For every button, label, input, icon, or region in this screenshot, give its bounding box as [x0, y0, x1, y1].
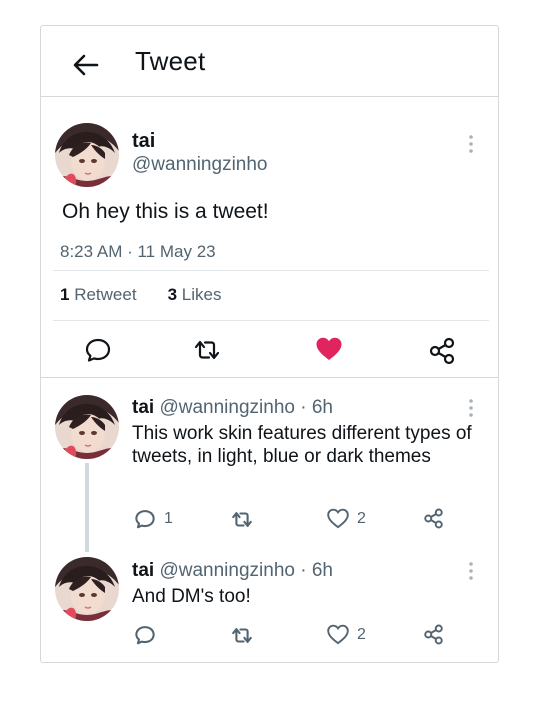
reply-author-name[interactable]: tai — [132, 560, 154, 581]
more-vertical-icon — [469, 562, 473, 580]
reply-header: tai @wanningzinho · 6h — [132, 397, 333, 419]
reply-icon — [135, 626, 155, 645]
avatar-image — [55, 557, 119, 621]
separator-dot: · — [300, 397, 307, 418]
retweet-button[interactable] — [230, 509, 254, 530]
retweet-stat[interactable]: 1 Retweet — [60, 285, 137, 305]
heart-icon — [327, 624, 349, 645]
like-button[interactable]: 2 — [327, 508, 366, 529]
tweet-card: Tweet tai @wanningzinho Oh hey this is a… — [40, 25, 499, 663]
avatar[interactable] — [55, 395, 119, 459]
reply-count: 1 — [164, 510, 173, 527]
avatar-image — [55, 395, 119, 459]
retweet-icon — [194, 340, 220, 360]
arrow-left-icon — [73, 54, 99, 76]
more-options-button[interactable] — [465, 397, 477, 419]
likes-stat[interactable]: 3 Likes — [168, 285, 222, 305]
reply-text: This work skin features different types … — [132, 423, 472, 467]
share-button[interactable] — [423, 624, 444, 645]
share-icon — [429, 337, 455, 365]
share-icon — [424, 508, 443, 529]
back-button[interactable] — [71, 50, 101, 80]
reply-button[interactable] — [134, 624, 156, 646]
retweet-label: Retweet — [74, 285, 137, 304]
likes-count: 3 — [167, 285, 178, 304]
heart-icon — [327, 508, 349, 529]
avatar[interactable] — [55, 557, 119, 621]
share-button[interactable] — [428, 337, 456, 365]
divider — [53, 320, 489, 321]
more-options-button[interactable] — [465, 133, 477, 155]
more-vertical-icon — [469, 135, 473, 153]
retweet-button[interactable] — [192, 337, 222, 363]
reply-icon — [135, 510, 155, 529]
reply-time[interactable]: 6h — [312, 397, 333, 418]
author-name[interactable]: tai — [132, 130, 155, 153]
more-options-button[interactable] — [465, 560, 477, 582]
thread-divider — [41, 377, 498, 378]
retweet-button[interactable] — [230, 625, 254, 646]
reply-author-name[interactable]: tai — [132, 397, 154, 418]
tweet-timestamp[interactable]: 8:23 AM · 11 May 23 — [60, 242, 216, 262]
header: Tweet — [41, 26, 498, 97]
reply-author-handle[interactable]: @wanningzinho — [159, 397, 295, 418]
thread-line — [85, 463, 89, 552]
avatar[interactable] — [55, 123, 119, 187]
like-count: 2 — [357, 625, 366, 643]
retweet-icon — [232, 628, 252, 643]
more-vertical-icon — [469, 399, 473, 417]
like-button[interactable] — [315, 336, 343, 362]
reply-button[interactable]: 1 — [134, 508, 173, 530]
likes-label: Likes — [181, 285, 222, 304]
like-button[interactable]: 2 — [327, 624, 366, 645]
heart-filled-icon — [316, 337, 342, 360]
separator-dot: · — [300, 560, 307, 581]
share-icon — [424, 624, 443, 645]
page-title: Tweet — [135, 46, 206, 76]
like-count: 2 — [357, 509, 366, 527]
tweet-text: Oh hey this is a tweet! — [62, 200, 269, 223]
reply-button[interactable] — [84, 336, 112, 364]
reply-icon — [85, 338, 111, 362]
reply-header: tai @wanningzinho · 6h — [132, 560, 333, 582]
retweet-icon — [232, 512, 252, 527]
share-button[interactable] — [423, 508, 444, 529]
author-handle[interactable]: @wanningzinho — [132, 154, 268, 176]
divider — [53, 270, 489, 271]
reply-text: And DM's too! — [132, 586, 251, 607]
tweet-stats: 1 Retweet 3 Likes — [60, 285, 252, 305]
reply-time[interactable]: 6h — [312, 560, 333, 581]
avatar-image — [55, 123, 119, 187]
reply-author-handle[interactable]: @wanningzinho — [159, 560, 295, 581]
retweet-count: 1 — [60, 285, 70, 304]
